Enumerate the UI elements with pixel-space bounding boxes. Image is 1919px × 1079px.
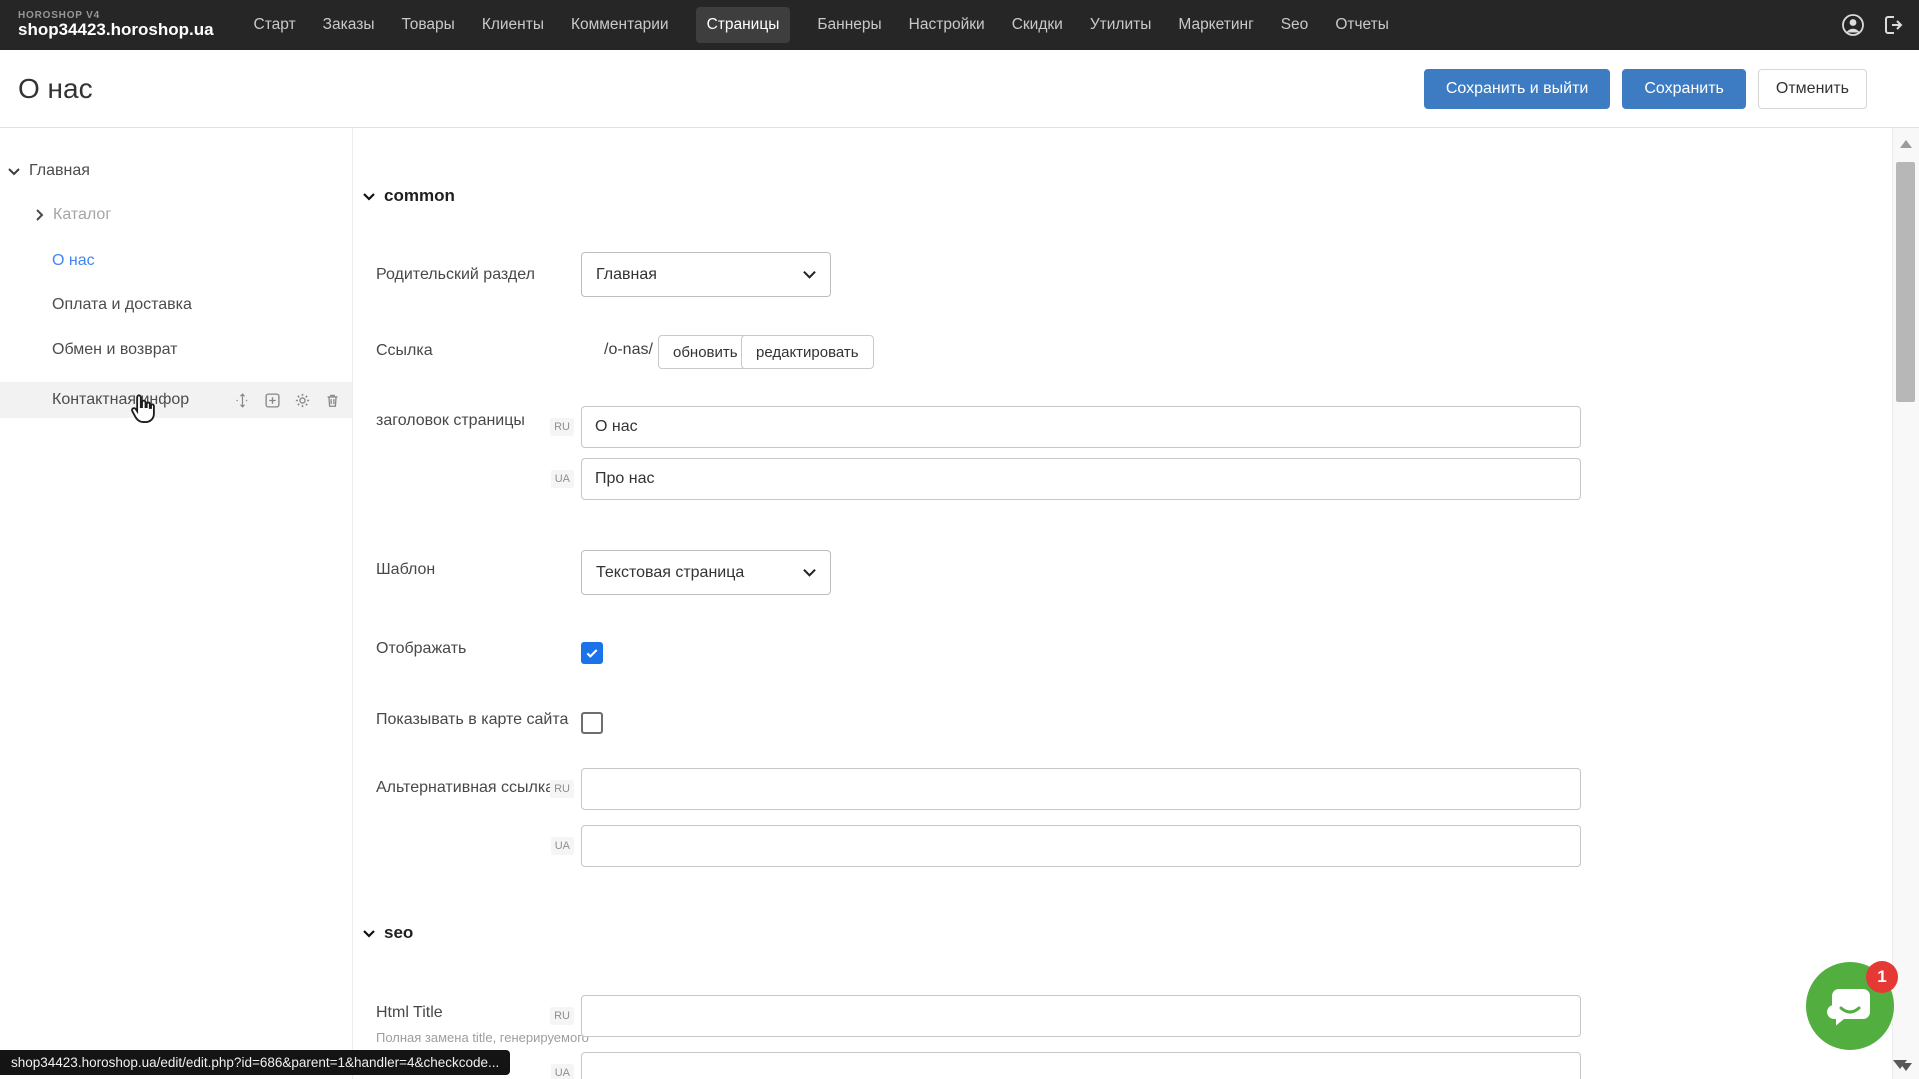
page-edit-form: common Родительский раздел Главная Ссылк…	[354, 128, 1892, 1079]
sitemap-label: Показывать в карте сайта	[376, 711, 568, 729]
select-value: Текстовая страница	[596, 564, 744, 582]
nav-item-marketing[interactable]: Маркетинг	[1178, 16, 1253, 34]
nav-item-discounts[interactable]: Скидки	[1012, 16, 1063, 34]
template-label: Шаблон	[376, 561, 435, 579]
add-page-icon[interactable]	[264, 392, 281, 409]
chat-bubble-icon	[1827, 984, 1873, 1028]
nav-item-banners[interactable]: Баннеры	[817, 16, 881, 34]
link-label: Ссылка	[376, 342, 433, 360]
header-actions: Сохранить и выйти Сохранить Отменить	[1424, 69, 1867, 109]
nav-item-reports[interactable]: Отчеты	[1335, 16, 1389, 34]
tree-row-action-icons	[234, 392, 341, 409]
parent-section-select[interactable]: Главная	[581, 252, 831, 297]
sidebar-item-glavnaya[interactable]: Главная	[8, 159, 90, 183]
template-select[interactable]: Текстовая страница	[581, 550, 831, 595]
link-url-value: /o-nas/	[604, 341, 653, 359]
lang-badge-ru: RU	[550, 1007, 574, 1025]
sidebar-item-kontaktnaya[interactable]: Контактная инфор	[52, 388, 189, 412]
save-and-exit-button[interactable]: Сохранить и выйти	[1424, 69, 1611, 109]
section-seo-header[interactable]: seo	[363, 923, 413, 943]
logout-icon[interactable]	[1881, 13, 1905, 37]
alt-link-label: Альтернативная ссылка	[376, 779, 554, 797]
section-title: seo	[384, 923, 413, 943]
scroll-up-arrow[interactable]	[1900, 140, 1912, 148]
sidebar-item-label: Обмен и возврат	[52, 341, 177, 359]
scroll-bottom-arrow[interactable]	[1893, 1060, 1907, 1069]
lang-badge-ua: UA	[551, 837, 574, 855]
lang-badge-ru: RU	[550, 418, 574, 436]
display-label: Отображать	[376, 640, 466, 658]
browser-status-url: shop34423.horoshop.ua/edit/edit.php?id=6…	[0, 1050, 510, 1075]
settings-gear-icon[interactable]	[294, 392, 311, 409]
alt-link-ua-input[interactable]	[581, 825, 1581, 867]
vertical-scrollbar[interactable]	[1892, 128, 1919, 1079]
brand-domain: shop34423.horoshop.ua	[18, 21, 214, 40]
delete-trash-icon[interactable]	[324, 392, 341, 409]
html-title-ua-input[interactable]	[581, 1052, 1581, 1079]
sidebar-item-oplata[interactable]: Оплата и доставка	[52, 293, 192, 317]
page-title-ru-row: RU	[581, 406, 1581, 448]
page-title-ru-input[interactable]	[581, 406, 1581, 448]
nav-right-icons	[1841, 13, 1905, 37]
user-account-icon[interactable]	[1841, 13, 1865, 37]
cancel-button[interactable]: Отменить	[1758, 69, 1867, 109]
chevron-down-icon	[803, 270, 816, 279]
page-title-label: заголовок страницы	[376, 412, 525, 430]
alt-link-ua-row: UA	[581, 825, 1581, 867]
html-title-ru-input[interactable]	[581, 995, 1581, 1037]
main-menu: Старт Заказы Товары Клиенты Комментарии …	[254, 7, 1389, 43]
page-title-ua-row: UA	[581, 458, 1581, 500]
link-edit-button[interactable]: редактировать	[741, 335, 874, 369]
chevron-down-icon	[803, 568, 816, 577]
alt-link-ru-input[interactable]	[581, 768, 1581, 810]
nav-item-pages[interactable]: Страницы	[696, 7, 791, 43]
pages-tree-sidebar: Главная Каталог О нас Оплата и доставка …	[0, 128, 353, 1079]
move-icon[interactable]	[234, 392, 251, 409]
page-header: О нас Сохранить и выйти Сохранить Отмени…	[0, 50, 1919, 128]
nav-item-start[interactable]: Старт	[254, 16, 296, 34]
chevron-down-icon	[363, 929, 375, 938]
lang-badge-ru: RU	[550, 780, 574, 798]
sidebar-item-label: Главная	[29, 162, 90, 180]
section-title: common	[384, 186, 455, 206]
save-button[interactable]: Сохранить	[1622, 69, 1746, 109]
display-checkbox[interactable]	[581, 642, 603, 664]
alt-link-ru-row: RU	[581, 768, 1581, 810]
scrollbar-thumb[interactable]	[1896, 162, 1915, 402]
lang-badge-ua: UA	[551, 1064, 574, 1079]
brand-logo[interactable]: HOROSHOP V4 shop34423.horoshop.ua	[18, 10, 214, 40]
sidebar-item-label: О нас	[52, 252, 95, 270]
chevron-down-icon	[8, 167, 20, 176]
nav-item-utilities[interactable]: Утилиты	[1090, 16, 1152, 34]
chevron-right-icon	[35, 209, 44, 221]
sitemap-checkbox[interactable]	[581, 712, 603, 734]
html-title-hint: Полная замена title, генерируемого	[376, 1030, 589, 1045]
parent-section-label: Родительский раздел	[376, 266, 535, 284]
select-value: Главная	[596, 266, 657, 284]
chat-unread-badge: 1	[1866, 961, 1898, 993]
page-title-ua-input[interactable]	[581, 458, 1581, 500]
lang-badge-ua: UA	[551, 470, 574, 488]
sidebar-item-label: Каталог	[53, 206, 111, 224]
link-update-button[interactable]: обновить	[658, 335, 753, 369]
html-title-ru-row: RU	[581, 995, 1581, 1037]
section-common-header[interactable]: common	[363, 186, 455, 206]
nav-item-clients[interactable]: Клиенты	[482, 16, 544, 34]
page-title: О нас	[18, 73, 93, 105]
sidebar-item-obmen[interactable]: Обмен и возврат	[52, 338, 177, 362]
html-title-label: Html Title	[376, 1004, 443, 1022]
nav-item-orders[interactable]: Заказы	[323, 16, 375, 34]
html-title-ua-row: UA	[581, 1052, 1581, 1079]
top-navigation-bar: HOROSHOP V4 shop34423.horoshop.ua Старт …	[0, 0, 1919, 50]
nav-item-seo[interactable]: Seo	[1281, 16, 1309, 34]
check-icon	[584, 645, 600, 661]
sidebar-item-katalog[interactable]: Каталог	[35, 203, 111, 227]
sidebar-item-o-nas[interactable]: О нас	[52, 249, 95, 273]
chevron-down-icon	[363, 192, 375, 201]
nav-item-products[interactable]: Товары	[401, 16, 454, 34]
nav-item-settings[interactable]: Настройки	[909, 16, 985, 34]
sidebar-item-label: Контактная инфор	[52, 391, 189, 409]
nav-item-comments[interactable]: Комментарии	[571, 16, 669, 34]
sidebar-item-label: Оплата и доставка	[52, 296, 192, 314]
